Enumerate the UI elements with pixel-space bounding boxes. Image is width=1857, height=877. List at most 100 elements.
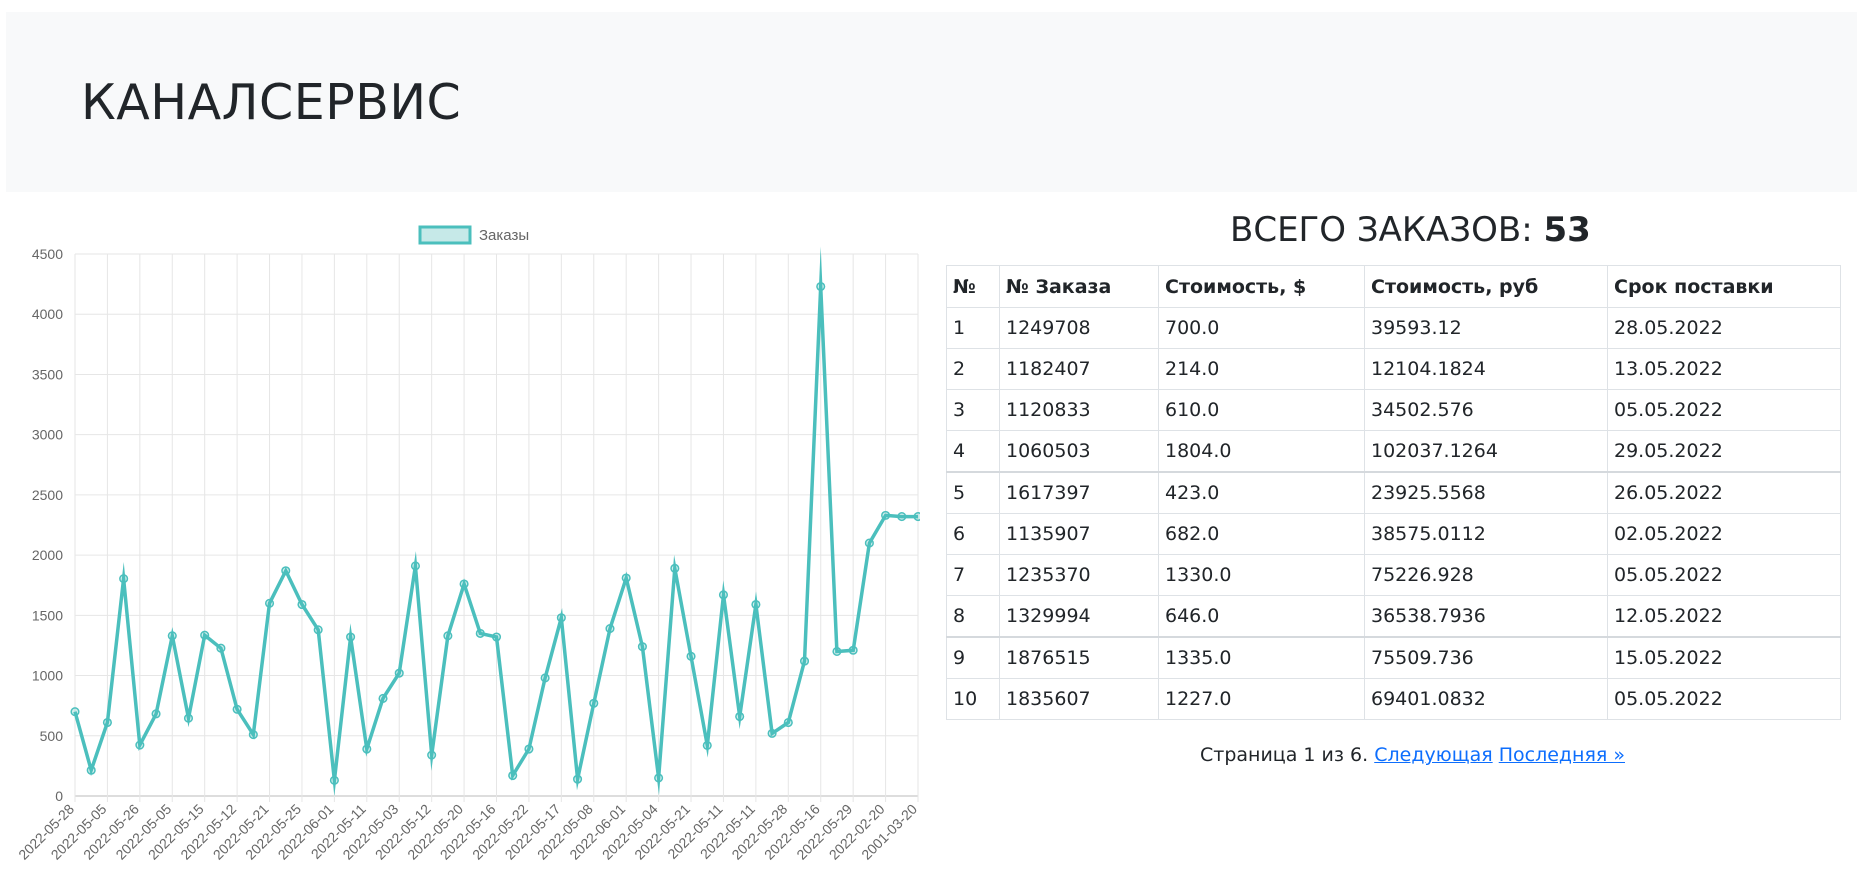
data-point [135, 740, 145, 750]
data-point [427, 750, 437, 760]
data-point [686, 651, 696, 661]
table-row: 4 1060503 1804.0 102037.1264 29.05.2022 [946, 430, 1841, 473]
table-cell: 1060503 [999, 430, 1159, 473]
table-cell: 423.0 [1158, 471, 1365, 514]
table-cell: 9 [946, 636, 1000, 679]
table-cell: 1835607 [999, 678, 1159, 720]
data-point [410, 561, 420, 571]
y-tick-label: 4500 [32, 246, 63, 262]
table-cell: 6 [946, 513, 1000, 555]
column-header[interactable]: № [946, 265, 1000, 308]
data-point [735, 711, 745, 722]
table-cell: 29.05.2022 [1607, 430, 1841, 473]
data-point [216, 643, 226, 653]
data-point [459, 579, 469, 589]
orders-table: № № Заказа Стоимость, $ Стоимость, руб С… [946, 265, 1841, 720]
table-row: 2 1182407 214.0 12104.1824 13.05.2022 [946, 348, 1841, 390]
table-cell: 05.05.2022 [1607, 389, 1841, 431]
table-cell: 39593.12 [1364, 307, 1608, 349]
orders-line-chart: 0500100015002000250030003500400045002022… [15, 225, 920, 863]
table-cell: 1804.0 [1158, 430, 1365, 473]
data-point [86, 765, 96, 775]
table-cell: 12.05.2022 [1607, 595, 1841, 638]
table-cell: 69401.0832 [1364, 678, 1608, 720]
table-row: 6 1135907 682.0 38575.0112 02.05.2022 [946, 513, 1841, 555]
data-point [151, 709, 161, 719]
data-point [248, 730, 258, 740]
data-point [297, 599, 307, 610]
data-point [362, 744, 372, 754]
table-row: 10 1835607 1227.0 69401.0832 05.05.2022 [946, 678, 1841, 720]
data-point [378, 693, 388, 703]
table-cell: 1135907 [999, 513, 1159, 555]
data-point [119, 574, 129, 584]
table-cell: 1182407 [999, 348, 1159, 390]
data-point [605, 624, 615, 634]
column-header[interactable]: Стоимость, руб [1364, 265, 1608, 308]
table-cell: 610.0 [1158, 389, 1365, 431]
total-orders-heading: ВСЕГО ЗАКАЗОВ: 53 [1230, 210, 1591, 250]
column-header[interactable]: Стоимость, $ [1158, 265, 1365, 308]
data-point [281, 566, 291, 576]
data-point [346, 632, 356, 642]
column-header[interactable]: № Заказа [999, 265, 1159, 308]
table-cell: 2 [946, 348, 1000, 390]
data-point [524, 744, 534, 754]
table-cell: 5 [946, 471, 1000, 514]
data-point [767, 728, 777, 738]
column-header[interactable]: Срок поставки [1607, 265, 1841, 308]
data-point [718, 590, 729, 600]
y-tick-label: 4000 [32, 306, 63, 322]
table-cell: 10 [946, 678, 1000, 720]
data-point [848, 645, 858, 655]
table-row: 1 1249708 700.0 39593.12 28.05.2022 [946, 307, 1841, 349]
y-tick-label: 1500 [32, 607, 63, 623]
table-cell: 1 [946, 307, 1000, 349]
table-cell: 38575.0112 [1364, 513, 1608, 555]
data-point [313, 625, 323, 635]
data-point [654, 773, 664, 783]
table-row: 3 1120833 610.0 34502.576 05.05.2022 [946, 389, 1841, 431]
table-cell: 4 [946, 430, 1000, 473]
data-point [491, 632, 502, 642]
data-point [232, 704, 242, 714]
table-cell: 05.05.2022 [1607, 554, 1841, 596]
pagination: Страница 1 из 6. Следующая Последняя » [1200, 744, 1625, 766]
y-tick-label: 1000 [32, 668, 63, 684]
table-cell: 23925.5568 [1364, 471, 1608, 514]
table-cell: 36538.7936 [1364, 595, 1608, 638]
data-point [783, 717, 793, 728]
table-cell: 02.05.2022 [1607, 513, 1841, 555]
table-cell: 75509.736 [1364, 636, 1608, 679]
table-cell: 34502.576 [1364, 389, 1608, 431]
data-point [102, 717, 112, 728]
table-cell: 1335.0 [1158, 636, 1365, 679]
data-point [702, 740, 712, 750]
table-cell: 1235370 [999, 554, 1159, 596]
data-point [832, 646, 842, 657]
table-cell: 7 [946, 554, 1000, 596]
table-cell: 28.05.2022 [1607, 307, 1841, 349]
data-point [183, 713, 194, 723]
table-row: 9 1876515 1335.0 75509.736 15.05.2022 [946, 636, 1841, 679]
pagination-status: Страница 1 из 6. [1200, 744, 1369, 766]
data-point [556, 613, 566, 623]
data-point [897, 512, 907, 522]
table-row: 7 1235370 1330.0 75226.928 05.05.2022 [946, 554, 1841, 596]
y-tick-label: 0 [55, 788, 63, 804]
total-orders-label: ВСЕГО ЗАКАЗОВ: [1230, 210, 1533, 250]
next-page-link[interactable]: Следующая [1374, 744, 1492, 766]
table-cell: 3 [946, 389, 1000, 431]
data-point [637, 642, 647, 652]
y-tick-label: 2000 [32, 547, 63, 563]
table-cell: 1617397 [999, 471, 1159, 514]
legend-label: Заказы [479, 227, 529, 244]
page-header: КАНАЛСЕРВИС [6, 12, 1857, 192]
table-cell: 1330.0 [1158, 554, 1365, 596]
data-point [475, 628, 485, 638]
data-point [443, 631, 453, 641]
last-page-link[interactable]: Последняя » [1499, 744, 1625, 766]
table-cell: 1120833 [999, 389, 1159, 431]
y-tick-label: 3500 [32, 366, 63, 382]
table-cell: 700.0 [1158, 307, 1365, 349]
